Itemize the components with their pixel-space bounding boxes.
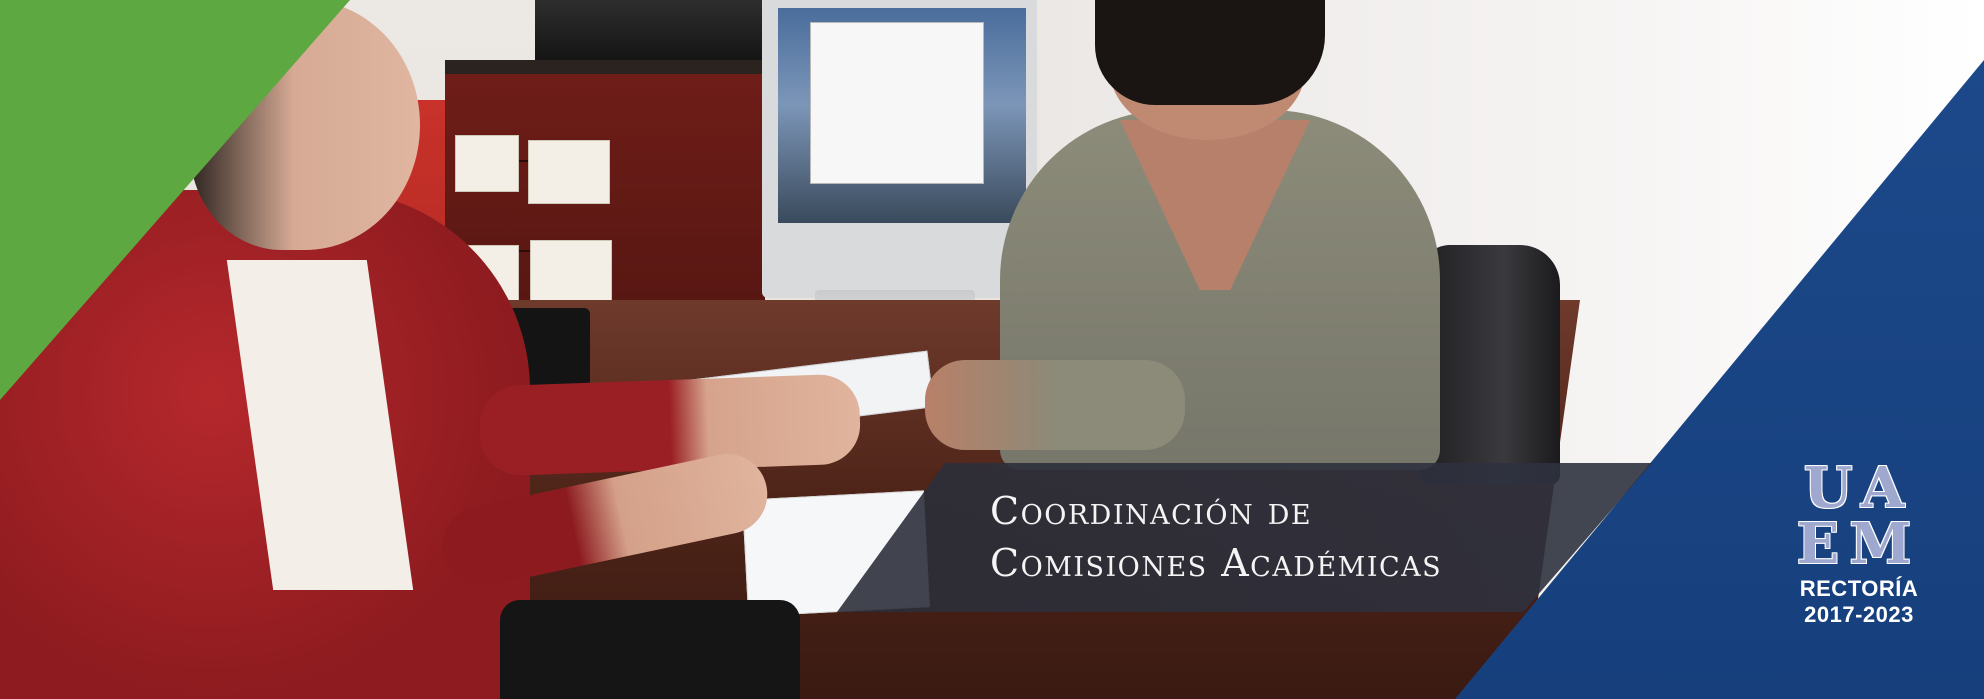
wall-note xyxy=(528,140,610,204)
logo-mark-em: EM xyxy=(1796,511,1922,577)
person-right-hair xyxy=(1095,0,1325,105)
logo-years: 2017-2023 xyxy=(1804,602,1914,627)
wall-note xyxy=(455,135,519,192)
hero-banner: Coordinación de Comisiones Académicas UA… xyxy=(0,0,1984,699)
uaem-logo[interactable]: UA EM RECTORÍA 2017-2023 xyxy=(1794,460,1924,628)
banner-title-line-2: Comisiones Académicas xyxy=(990,541,1443,585)
logo-caption: RECTORÍA xyxy=(1799,576,1919,601)
banner-title-line-1: Coordinación de xyxy=(990,489,1313,533)
screen-window xyxy=(810,22,984,184)
wall-note xyxy=(530,240,612,308)
handbag xyxy=(500,600,800,699)
person-right-arm xyxy=(925,360,1185,450)
office-chair xyxy=(1420,245,1560,485)
printer xyxy=(535,0,765,60)
person-left-arm xyxy=(478,373,862,477)
logo-mark-ua: UA xyxy=(1803,455,1915,521)
